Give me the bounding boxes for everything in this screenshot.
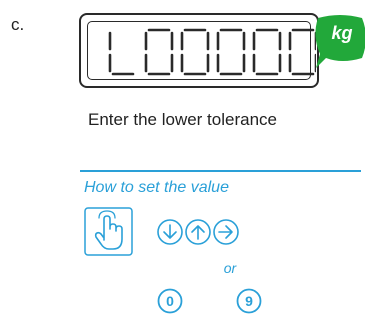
lcd-char-1	[144, 28, 174, 76]
digit-key-9-icon: 9	[236, 288, 262, 319]
digit-key-0-label: 0	[166, 293, 174, 309]
arrow-up-circle-icon	[185, 219, 211, 245]
lcd-char-3	[216, 28, 246, 76]
or-label: or	[223, 260, 237, 276]
navigation-arrows	[157, 219, 239, 245]
lcd-display	[79, 13, 319, 88]
arrow-right-circle-icon	[213, 219, 239, 245]
unit-label: kg	[331, 23, 353, 43]
arrow-down-circle-icon	[157, 219, 183, 245]
lcd-char-0	[108, 31, 135, 76]
digit-key-0-icon: 0	[157, 288, 183, 319]
instruction-text: Enter the lower tolerance	[88, 110, 277, 129]
divider	[80, 170, 361, 172]
lcd-screen	[87, 21, 316, 80]
howto-title: How to set the value	[84, 179, 229, 196]
lcd-char-2	[180, 28, 210, 76]
press-hand-icon	[84, 207, 133, 256]
lcd-value	[108, 28, 316, 76]
step-label: c.	[11, 15, 25, 34]
lcd-char-4	[252, 28, 282, 76]
digit-key-9-label: 9	[245, 293, 253, 309]
